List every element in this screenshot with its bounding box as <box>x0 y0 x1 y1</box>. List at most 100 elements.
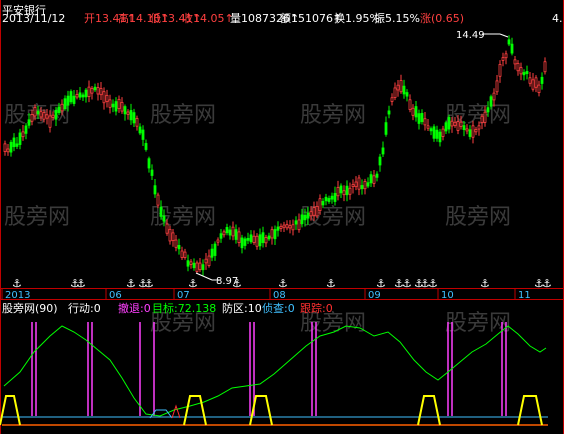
quote-item: 涨(0.65) <box>420 12 464 25</box>
candle-body <box>3 143 7 152</box>
candle-body <box>75 94 79 98</box>
candle-body <box>120 102 124 112</box>
candle-body <box>66 95 70 106</box>
candle-body <box>495 80 499 93</box>
candle-body <box>360 185 364 190</box>
anchor-down-arrow-icon: ⚓ <box>542 277 552 290</box>
candle-body <box>234 229 238 240</box>
candle-body <box>327 198 331 202</box>
quote-item: 额151076↑ <box>280 12 342 25</box>
indicator-item: 目标:72.138 <box>152 301 216 315</box>
candle-body <box>402 85 406 95</box>
candle-body <box>504 53 508 59</box>
candle-body <box>18 132 22 145</box>
candle-body <box>135 118 139 127</box>
indicator-name: 股旁网(90) <box>2 301 58 315</box>
candle-body <box>399 80 403 93</box>
candle-body <box>456 121 460 131</box>
candle-body <box>387 110 391 115</box>
candle-body <box>63 98 67 110</box>
candle-body <box>522 72 526 76</box>
quote-item: 振5.15% <box>374 11 420 25</box>
quote-item: 4. <box>552 12 563 25</box>
candle-body <box>60 103 64 112</box>
high-price-label: 14.49 <box>456 30 485 41</box>
candle-body <box>72 95 76 104</box>
candle-body <box>138 126 142 134</box>
candle-body <box>417 113 421 124</box>
candle-body <box>438 131 442 143</box>
candle-body <box>294 220 298 225</box>
anchor-down-arrow-icon: ⚓ <box>278 277 288 290</box>
candle-body <box>102 91 106 104</box>
candle-body <box>429 128 433 132</box>
candle-body <box>126 111 130 115</box>
candle-body <box>171 232 175 241</box>
candle-body <box>255 235 259 247</box>
candle-body <box>378 156 382 166</box>
axis-label: 07 <box>177 290 190 301</box>
candle-body <box>189 261 193 265</box>
candle-body <box>84 89 88 98</box>
candle-body <box>240 237 244 249</box>
stock-chart-screen[interactable]: 股旁网 股旁网 股旁网 股旁网股旁网 股旁网 股旁网 股旁网股旁网 股旁网 股旁网 平安银行 开… <box>0 0 564 434</box>
candle-body <box>9 141 13 153</box>
candle-body <box>534 77 538 88</box>
quote-date: 2013/11/12 <box>2 12 65 25</box>
anchor-down-arrow-icon: ⚓ <box>402 277 412 290</box>
candle-body <box>396 84 400 91</box>
candle-body <box>48 115 52 128</box>
candle-body <box>384 122 388 135</box>
candle-body <box>453 121 457 126</box>
candle-body <box>537 84 541 93</box>
candle-body <box>420 113 424 123</box>
anchor-down-arrow-icon: ⚓ <box>144 277 154 290</box>
candle-body <box>528 77 532 84</box>
candle-body <box>414 106 418 118</box>
indicator-item: 侦查:0 <box>262 301 295 315</box>
candle-body <box>225 227 229 234</box>
candle-body <box>147 158 151 169</box>
candle-body <box>165 223 169 234</box>
watermark-text: 股旁网 <box>300 103 366 128</box>
candle-body <box>204 258 208 264</box>
candle-body <box>543 61 547 73</box>
candle-body <box>162 215 166 222</box>
candle-body <box>369 174 373 184</box>
candle-body <box>144 143 148 150</box>
candle-body <box>42 112 46 120</box>
anchor-down-arrow-icon: ⚓ <box>126 277 136 290</box>
candle-body <box>186 260 190 267</box>
candle-body <box>177 244 181 250</box>
candle-body <box>333 193 337 202</box>
watermark-text: 股旁网 <box>4 205 70 230</box>
candle-body <box>222 231 226 236</box>
axis-label: 11 <box>518 290 531 301</box>
candle-body <box>342 190 346 196</box>
candle-body <box>6 148 10 153</box>
watermark-text: 股旁网 <box>445 311 511 336</box>
indicator-item: 撤退:0 <box>118 301 151 315</box>
candle-body <box>36 110 40 115</box>
indicator-item: 行动:0 <box>68 302 101 315</box>
candle-body <box>90 88 94 94</box>
candle-body <box>21 131 25 138</box>
anchor-down-arrow-icon: ⚓ <box>188 277 198 290</box>
anchor-down-arrow-icon: ⚓ <box>480 277 490 290</box>
candle-body <box>69 91 73 103</box>
candle-body <box>105 94 109 102</box>
candle-body <box>363 180 367 190</box>
candle-body <box>507 39 511 45</box>
candle-body <box>426 125 430 129</box>
candle-body <box>96 87 100 95</box>
candle-body <box>339 185 343 194</box>
candle-body <box>249 234 253 243</box>
axis-label: 08 <box>273 290 286 301</box>
candle-body <box>27 119 31 126</box>
candle-body <box>93 86 97 91</box>
candle-body <box>306 212 310 219</box>
candle-body <box>276 226 280 231</box>
candle-body <box>405 92 409 97</box>
candle-body <box>489 96 493 107</box>
candle-body <box>519 67 523 75</box>
